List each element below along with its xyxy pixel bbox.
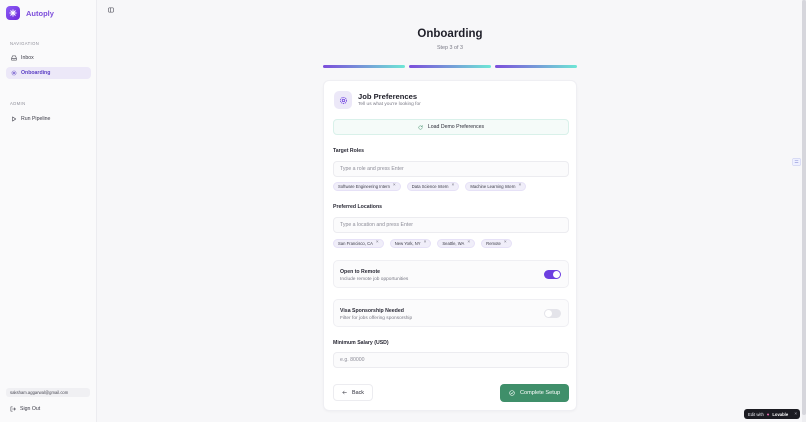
- card-title: Job Preferences: [358, 92, 418, 101]
- section-label-navigation: NAVIGATION: [10, 41, 40, 46]
- target-roles-label: Target Roles: [333, 148, 365, 154]
- complete-setup-button[interactable]: Complete Setup: [500, 384, 569, 402]
- play-icon: [12, 116, 17, 122]
- remove-chip-icon[interactable]: ×: [424, 240, 427, 246]
- remove-chip-icon[interactable]: ×: [519, 183, 522, 189]
- user-email: saksham.aggarwal@gmail.com: [6, 388, 90, 397]
- switch-knob: [545, 310, 552, 317]
- sidebar-item-onboarding[interactable]: Onboarding: [6, 67, 91, 79]
- location-chip: New York, NY ×: [389, 239, 432, 248]
- location-chip: Remote ×: [481, 239, 512, 248]
- demo-button-label: Load Demo Preferences: [427, 124, 485, 130]
- back-button-label: Back: [352, 389, 364, 396]
- inbox-icon: [11, 55, 17, 61]
- sidebar-item-label: Inbox: [21, 55, 34, 61]
- remote-toggle-title: Open to Remote: [340, 269, 381, 275]
- remote-toggle-subtitle: Include remote job opportunities: [340, 277, 409, 282]
- visa-toggle-switch[interactable]: [544, 309, 561, 318]
- section-label-admin: ADMIN: [10, 101, 26, 106]
- remove-chip-icon[interactable]: ×: [376, 240, 379, 246]
- sidebar-item-inbox[interactable]: Inbox: [6, 52, 91, 64]
- location-chip: Seattle, WA ×: [437, 239, 476, 248]
- progress-segment-1: [323, 65, 405, 68]
- panel-handle-icon[interactable]: [792, 158, 801, 166]
- remove-chip-icon[interactable]: ×: [393, 183, 396, 189]
- scrollbar-thumb[interactable]: [802, 0, 806, 415]
- page-title: Onboarding: [417, 28, 483, 40]
- heart-icon: ♥: [766, 411, 770, 417]
- gear-icon: [11, 70, 17, 76]
- target-roles-chips: Software Engineering Intern × Data Scienc…: [333, 182, 527, 191]
- sign-out-button[interactable]: Sign Out: [10, 406, 40, 412]
- location-chip: San Francisco, CA ×: [333, 239, 384, 248]
- role-chip: Data Science Intern ×: [406, 182, 460, 191]
- card-subtitle: Tell us what you're looking for: [358, 102, 421, 107]
- badge-prefix: Edit with: [748, 411, 764, 417]
- step-indicator: Step 3 of 3: [436, 45, 464, 51]
- preferred-locations-label: Preferred Locations: [333, 204, 383, 210]
- sidebar-item-label: Run Pipeline: [21, 116, 51, 122]
- remove-chip-icon[interactable]: ×: [504, 240, 507, 246]
- sidebar-item-run-pipeline[interactable]: Run Pipeline: [6, 113, 91, 125]
- remove-chip-icon[interactable]: ×: [452, 183, 455, 189]
- minimum-salary-label: Minimum Salary (USD): [333, 340, 389, 346]
- close-icon[interactable]: ×: [794, 411, 797, 416]
- progress-segment-2: [409, 65, 491, 68]
- arrow-left-icon: [342, 390, 347, 395]
- role-chip: Software Engineering Intern ×: [333, 182, 401, 191]
- remote-toggle-switch[interactable]: [544, 270, 561, 279]
- job-preferences-card: Job Preferences Tell us what you're look…: [323, 80, 577, 411]
- complete-button-label: Complete Setup: [519, 390, 561, 396]
- switch-knob: [553, 271, 560, 278]
- sidebar-toggle-icon[interactable]: [108, 7, 114, 13]
- settings-icon: [334, 91, 352, 109]
- preferred-locations-input[interactable]: [333, 217, 569, 233]
- visa-toggle-title: Visa Sponsorship Needed: [340, 308, 404, 314]
- sign-out-icon: [10, 406, 16, 412]
- minimum-salary-input[interactable]: [333, 352, 569, 368]
- remove-chip-icon[interactable]: ×: [467, 240, 470, 246]
- edit-with-lovable-badge[interactable]: Edit with ♥ Lovable ×: [744, 409, 800, 419]
- load-demo-preferences-button[interactable]: Load Demo Preferences: [333, 119, 569, 135]
- refresh-icon: [418, 124, 423, 129]
- location-chips: San Francisco, CA × New York, NY × Seattle…: [333, 239, 512, 248]
- sidebar: Autoply NAVIGATION Inbox Onboarding ADMI…: [0, 0, 97, 422]
- visa-toggle-subtitle: Filter for jobs offering sponsorship: [340, 316, 413, 321]
- role-chip: Machine Learning Intern ×: [465, 182, 527, 191]
- target-roles-input[interactable]: [333, 161, 569, 177]
- sidebar-item-label: Onboarding: [21, 70, 51, 76]
- back-button[interactable]: Back: [333, 384, 373, 401]
- sign-out-label: Sign Out: [20, 406, 41, 412]
- brand[interactable]: Autoply: [6, 6, 54, 20]
- check-circle-icon: [509, 390, 515, 396]
- logo-icon: [6, 6, 20, 20]
- badge-brand: Lovable: [772, 411, 789, 417]
- open-to-remote-setting: Open to Remote Include remote job opport…: [333, 260, 569, 288]
- visa-sponsorship-setting: Visa Sponsorship Needed Filter for jobs …: [333, 299, 569, 327]
- progress-segment-3: [495, 65, 577, 68]
- app-name: Autoply: [26, 8, 54, 18]
